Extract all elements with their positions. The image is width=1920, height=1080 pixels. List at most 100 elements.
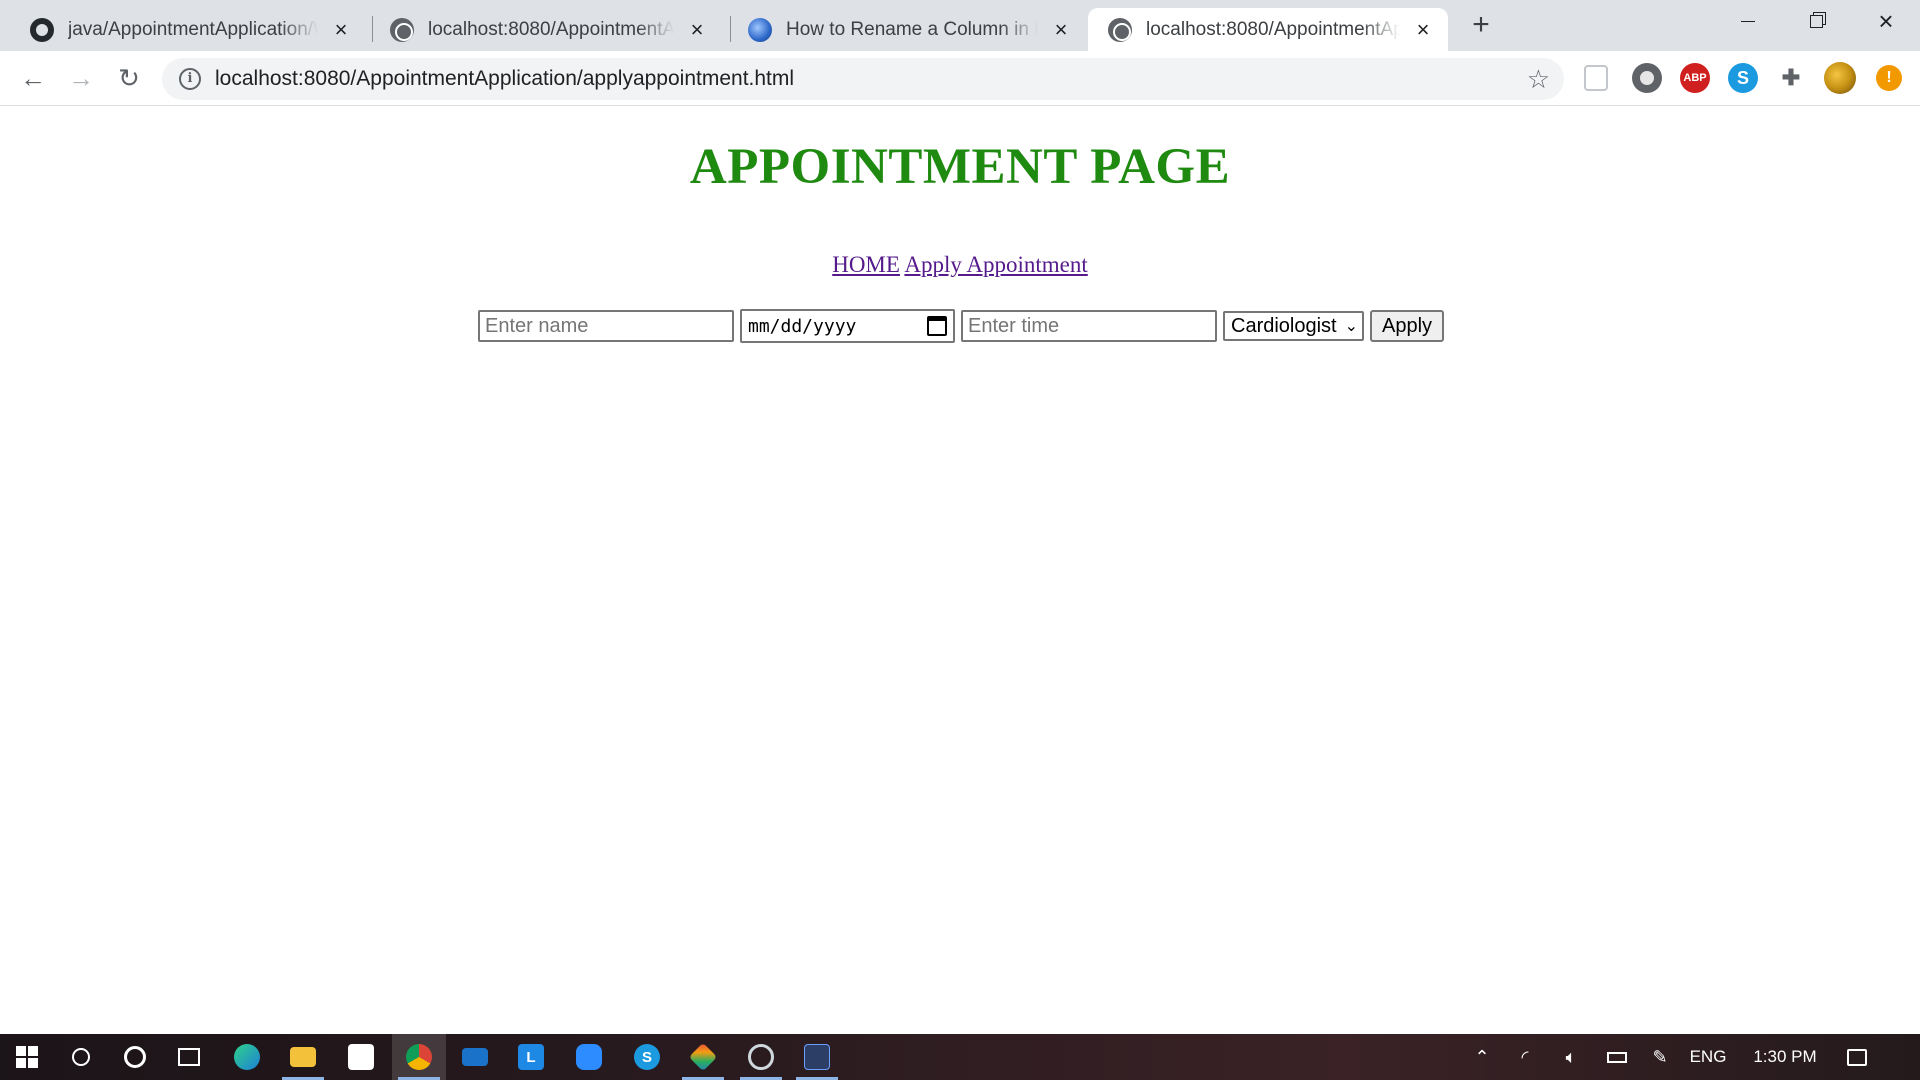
store-button[interactable] bbox=[334, 1034, 388, 1080]
globe-icon bbox=[390, 17, 414, 42]
store-icon bbox=[348, 1044, 374, 1070]
zoom-icon bbox=[576, 1044, 602, 1070]
info-icon[interactable]: i bbox=[179, 68, 201, 90]
close-icon[interactable]: × bbox=[1412, 18, 1434, 41]
skype-taskbar-button[interactable]: S bbox=[620, 1034, 674, 1080]
search-button[interactable] bbox=[54, 1034, 108, 1080]
update-alert-icon[interactable]: ! bbox=[1876, 65, 1902, 91]
star-icon[interactable]: ☆ bbox=[1527, 64, 1550, 95]
back-button[interactable]: ← bbox=[16, 61, 50, 95]
task-view-icon bbox=[178, 1048, 200, 1066]
page-content: APPOINTMENT PAGE HOME Apply Appointment … bbox=[0, 106, 1920, 1034]
task-view-button[interactable] bbox=[162, 1034, 216, 1080]
browser-toolbar: ← → ↻ i localhost:8080/AppointmentApplic… bbox=[0, 51, 1920, 106]
minimize-icon bbox=[1741, 20, 1755, 22]
tab-github[interactable]: java/AppointmentApplication/W × bbox=[10, 8, 366, 51]
chrome-button[interactable] bbox=[392, 1034, 446, 1080]
windows-start-button[interactable] bbox=[0, 1034, 54, 1080]
page-title: APPOINTMENT PAGE bbox=[689, 139, 1231, 195]
l-app-button[interactable]: L bbox=[504, 1034, 558, 1080]
apply-button[interactable]: Apply bbox=[1370, 310, 1445, 342]
tab-rename-column[interactable]: How to Rename a Column in MyS × bbox=[728, 8, 1086, 51]
skype-icon: S bbox=[634, 1044, 660, 1070]
notifications-icon[interactable] bbox=[1834, 1048, 1880, 1066]
new-tab-button[interactable]: + bbox=[1466, 10, 1496, 40]
file-explorer-icon bbox=[290, 1047, 316, 1067]
wifi-icon[interactable]: ◜ bbox=[1502, 1047, 1548, 1068]
back-arrow-icon: ← bbox=[20, 62, 46, 93]
adblock-plus-label: ABP bbox=[1683, 72, 1707, 84]
settings-button[interactable] bbox=[734, 1034, 788, 1080]
page-nav: HOME Apply Appointment bbox=[0, 252, 1920, 278]
file-explorer-button[interactable] bbox=[276, 1034, 330, 1080]
ghostery-icon[interactable] bbox=[1632, 63, 1662, 93]
date-placeholder: mm/dd/yyyy bbox=[748, 315, 857, 337]
home-link[interactable]: HOME bbox=[832, 252, 900, 277]
ghostery-inner bbox=[1640, 71, 1654, 85]
adblock-plus-icon[interactable]: ABP bbox=[1680, 63, 1710, 93]
mail-button[interactable] bbox=[448, 1034, 502, 1080]
globe-icon bbox=[1108, 17, 1132, 42]
url-text[interactable]: localhost:8080/AppointmentApplication/ap… bbox=[215, 67, 794, 91]
close-icon[interactable]: × bbox=[686, 18, 708, 41]
reload-button[interactable]: ↻ bbox=[112, 61, 146, 95]
date-input[interactable]: mm/dd/yyyy bbox=[740, 309, 955, 343]
language-indicator[interactable]: ENG bbox=[1680, 1047, 1736, 1067]
skype-label: S bbox=[1736, 67, 1749, 88]
close-window-button[interactable]: × bbox=[1852, 0, 1920, 42]
zoom-button[interactable] bbox=[562, 1034, 616, 1080]
windows-taskbar: L S ⌃ ◜ 🔈︎ ✎ ENG 1:30 PM bbox=[0, 1034, 1920, 1080]
forward-button[interactable]: → bbox=[64, 61, 98, 95]
battery-icon[interactable] bbox=[1594, 1051, 1640, 1063]
appointment-form: mm/dd/yyyy Cardiologist ⌄ Apply bbox=[478, 308, 1445, 344]
update-alert-label: ! bbox=[1886, 69, 1892, 86]
system-tray: ⌃ ◜ 🔈︎ ✎ ENG 1:30 PM bbox=[1462, 1034, 1880, 1080]
ide-icon bbox=[804, 1044, 830, 1070]
l-app-icon: L bbox=[518, 1044, 544, 1070]
chrome-icon bbox=[406, 1044, 432, 1070]
git-button[interactable] bbox=[676, 1034, 730, 1080]
github-icon bbox=[30, 17, 54, 42]
extensions-puzzle-icon[interactable]: ✚ bbox=[1776, 63, 1806, 93]
ide-button[interactable] bbox=[790, 1034, 844, 1080]
wiki-globe-icon bbox=[748, 17, 772, 42]
cortana-icon bbox=[124, 1046, 146, 1068]
specialist-selected-value: Cardiologist bbox=[1231, 314, 1337, 337]
apply-appointment-link[interactable]: Apply Appointment bbox=[904, 252, 1087, 277]
search-icon bbox=[72, 1048, 90, 1066]
close-icon[interactable]: × bbox=[1050, 18, 1072, 41]
minimize-button[interactable] bbox=[1714, 0, 1782, 42]
apply-button-label: Apply bbox=[1382, 314, 1433, 337]
pen-icon[interactable]: ✎ bbox=[1640, 1047, 1680, 1068]
address-bar[interactable]: i localhost:8080/AppointmentApplication/… bbox=[162, 58, 1564, 100]
profile-avatar[interactable] bbox=[1824, 62, 1856, 94]
tab-title: How to Rename a Column in MyS bbox=[786, 18, 1038, 40]
time-input[interactable] bbox=[961, 310, 1217, 342]
calendar-icon[interactable] bbox=[927, 316, 947, 336]
name-input[interactable] bbox=[478, 310, 734, 342]
forward-arrow-icon: → bbox=[68, 62, 94, 93]
chevron-up-icon[interactable]: ⌃ bbox=[1462, 1047, 1502, 1068]
tab-title: localhost:8080/AppointmentApp bbox=[1146, 18, 1400, 40]
settings-icon bbox=[748, 1044, 774, 1070]
restore-icon bbox=[1809, 14, 1823, 28]
restore-button[interactable] bbox=[1782, 0, 1850, 42]
tab-strip: java/AppointmentApplication/W × localhos… bbox=[0, 0, 1920, 51]
windows-start-icon bbox=[16, 1046, 38, 1068]
edge-button[interactable] bbox=[220, 1034, 274, 1080]
tab-title: localhost:8080/AppointmentApp bbox=[428, 18, 674, 40]
git-icon bbox=[688, 1042, 718, 1072]
tab-localhost-1[interactable]: localhost:8080/AppointmentApp × bbox=[370, 8, 722, 51]
volume-icon[interactable]: 🔈︎ bbox=[1548, 1047, 1594, 1068]
mail-icon bbox=[462, 1048, 488, 1066]
cortana-button[interactable] bbox=[108, 1034, 162, 1080]
pocket-icon[interactable] bbox=[1584, 65, 1608, 91]
close-icon: × bbox=[1878, 5, 1894, 36]
tab-title: java/AppointmentApplication/W bbox=[68, 18, 318, 40]
reload-icon: ↻ bbox=[118, 62, 140, 93]
close-icon[interactable]: × bbox=[330, 18, 352, 41]
specialist-select[interactable]: Cardiologist ⌄ bbox=[1223, 311, 1365, 341]
skype-icon[interactable]: S bbox=[1728, 63, 1758, 93]
clock[interactable]: 1:30 PM bbox=[1736, 1047, 1834, 1067]
tab-localhost-active[interactable]: localhost:8080/AppointmentApp × bbox=[1088, 8, 1448, 51]
